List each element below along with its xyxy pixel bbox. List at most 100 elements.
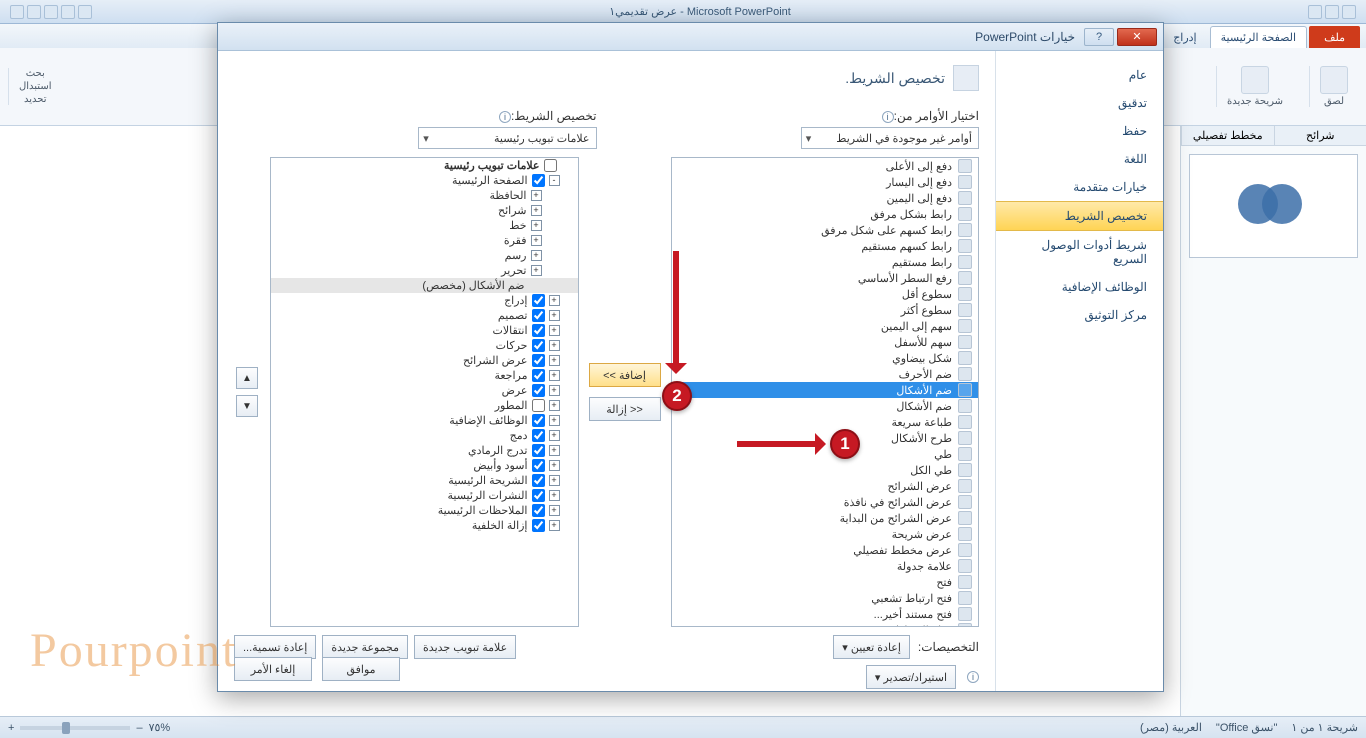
tree-checkbox[interactable]	[532, 309, 545, 322]
tree-item[interactable]: +انتقالات	[271, 323, 578, 338]
list-item[interactable]: عرض الشرائح في نافذة	[672, 494, 979, 510]
nav-item[interactable]: عام	[996, 61, 1163, 89]
list-item[interactable]: دفع إلى اليسار	[672, 174, 979, 190]
expand-icon[interactable]: +	[549, 430, 560, 441]
expand-icon[interactable]: +	[531, 220, 542, 231]
qat-icon[interactable]	[1308, 5, 1322, 19]
list-item[interactable]: سطوع أكثر	[672, 302, 979, 318]
commands-list[interactable]: دفع إلى الأعلىدفع إلى اليساردفع إلى اليم…	[671, 157, 980, 627]
list-item[interactable]: ضم الأشكال	[672, 382, 979, 398]
expand-icon[interactable]: +	[549, 460, 560, 471]
cancel-button[interactable]: إلغاء الأمر	[234, 657, 312, 681]
expand-icon[interactable]: +	[531, 265, 542, 276]
ribbon-tree[interactable]: علامات تبويب رئيسية-الصفحة الرئيسية+الحا…	[270, 157, 579, 627]
find-label[interactable]: بحث	[26, 68, 45, 79]
nav-item[interactable]: حفظ	[996, 117, 1163, 145]
list-item[interactable]: ضم الأشكال	[672, 398, 979, 414]
nav-item[interactable]: شريط أدوات الوصول السريع	[996, 231, 1163, 273]
tree-checkbox[interactable]	[532, 519, 545, 532]
replace-label[interactable]: استبدال	[19, 81, 52, 92]
tree-checkbox[interactable]	[544, 159, 557, 172]
add-button[interactable]: إضافة >>	[589, 363, 661, 387]
tree-checkbox[interactable]	[532, 369, 545, 382]
new-slide-icon[interactable]	[1241, 66, 1269, 94]
customize-combo[interactable]: علامات تبويب رئيسية	[418, 127, 596, 149]
tree-item[interactable]: +خط	[271, 218, 578, 233]
tab-insert[interactable]: إدراج	[1162, 26, 1207, 48]
nav-item[interactable]: خيارات متقدمة	[996, 173, 1163, 201]
expand-icon[interactable]: +	[549, 325, 560, 336]
expand-icon[interactable]: +	[549, 370, 560, 381]
expand-icon[interactable]: +	[549, 355, 560, 366]
qat-icon[interactable]	[1325, 5, 1339, 19]
tree-checkbox[interactable]	[532, 504, 545, 517]
qat-icon[interactable]	[44, 5, 58, 19]
expand-icon[interactable]: +	[549, 490, 560, 501]
expand-icon[interactable]: +	[549, 400, 560, 411]
list-item[interactable]: سهم إلى اليمين	[672, 318, 979, 334]
tree-item[interactable]: +الملاحظات الرئيسية	[271, 503, 578, 518]
panel-tab-outline[interactable]: مخطط تفصيلي	[1181, 126, 1274, 145]
qat-icon[interactable]	[1342, 5, 1356, 19]
tree-checkbox[interactable]	[532, 384, 545, 397]
tab-file[interactable]: ملف	[1309, 26, 1360, 48]
list-item[interactable]: سطوع أقل	[672, 286, 979, 302]
nav-item[interactable]: مركز التوثيق	[996, 301, 1163, 329]
list-item[interactable]: عرض الشرائح	[672, 478, 979, 494]
remove-button[interactable]: << إزالة	[589, 397, 661, 421]
tree-checkbox[interactable]	[532, 474, 545, 487]
info-icon[interactable]: i	[967, 671, 979, 683]
qat-icon[interactable]	[78, 5, 92, 19]
tree-item[interactable]: +الحافظة	[271, 188, 578, 203]
tree-item[interactable]: +المطور	[271, 398, 578, 413]
expand-icon[interactable]: +	[549, 415, 560, 426]
panel-tab-slides[interactable]: شرائح	[1274, 126, 1366, 145]
tree-item[interactable]: +شرائح	[271, 203, 578, 218]
tree-checkbox[interactable]	[532, 444, 545, 457]
nav-item[interactable]: تخصيص الشريط	[996, 201, 1163, 231]
list-item[interactable]: طي الكل	[672, 462, 979, 478]
tree-item[interactable]: ضم الأشكال (مخصص)	[271, 278, 578, 293]
rename-button[interactable]: إعادة تسمية...	[234, 635, 316, 659]
zoom-control[interactable]: %٧٥ –+	[8, 721, 170, 734]
list-item[interactable]: رابط كسهم على شكل مرفق	[672, 222, 979, 238]
tree-item[interactable]: +فقرة	[271, 233, 578, 248]
paste-icon[interactable]	[1320, 66, 1348, 94]
tree-item[interactable]: +رسم	[271, 248, 578, 263]
choose-from-combo[interactable]: أوامر غير موجودة في الشريط	[801, 127, 979, 149]
tree-item[interactable]: +أسود وأبيض	[271, 458, 578, 473]
slide-thumbnail[interactable]	[1189, 154, 1358, 258]
list-item[interactable]: طباعة سريعة	[672, 414, 979, 430]
tree-checkbox[interactable]	[532, 324, 545, 337]
tree-item[interactable]: +النشرات الرئيسية	[271, 488, 578, 503]
select-label[interactable]: تحديد	[24, 94, 47, 105]
tree-item[interactable]: +إدراج	[271, 293, 578, 308]
tree-checkbox[interactable]	[532, 294, 545, 307]
list-item[interactable]: فتح	[672, 574, 979, 590]
move-down-button[interactable]: ▼	[236, 395, 258, 417]
list-item[interactable]: رابط كسهم مستقيم	[672, 238, 979, 254]
tree-item[interactable]: +عرض	[271, 383, 578, 398]
tree-checkbox[interactable]	[532, 354, 545, 367]
list-item[interactable]: رابط مستقيم	[672, 254, 979, 270]
list-item[interactable]: فتح ارتباط تشعبي	[672, 590, 979, 606]
list-item[interactable]: دفع إلى اليمين	[672, 190, 979, 206]
expand-icon[interactable]: -	[549, 175, 560, 186]
expand-icon[interactable]: +	[549, 310, 560, 321]
close-icon[interactable]: ✕	[1117, 28, 1157, 46]
tree-item[interactable]: +تحرير	[271, 263, 578, 278]
qat-icon[interactable]	[10, 5, 24, 19]
help-icon[interactable]: ?	[1084, 28, 1114, 46]
tab-home[interactable]: الصفحة الرئيسية	[1210, 26, 1307, 48]
nav-item[interactable]: اللغة	[996, 145, 1163, 173]
list-item[interactable]: علامة جدولة	[672, 558, 979, 574]
tree-item[interactable]: +حركات	[271, 338, 578, 353]
info-icon[interactable]: i	[882, 111, 894, 123]
reset-button[interactable]: إعادة تعيين ▾	[833, 635, 910, 659]
info-icon[interactable]: i	[499, 111, 511, 123]
expand-icon[interactable]: +	[531, 205, 542, 216]
tree-checkbox[interactable]	[532, 429, 545, 442]
list-item[interactable]: ضم الأحرف	[672, 366, 979, 382]
qat-icon[interactable]	[27, 5, 41, 19]
tree-checkbox[interactable]	[532, 174, 545, 187]
